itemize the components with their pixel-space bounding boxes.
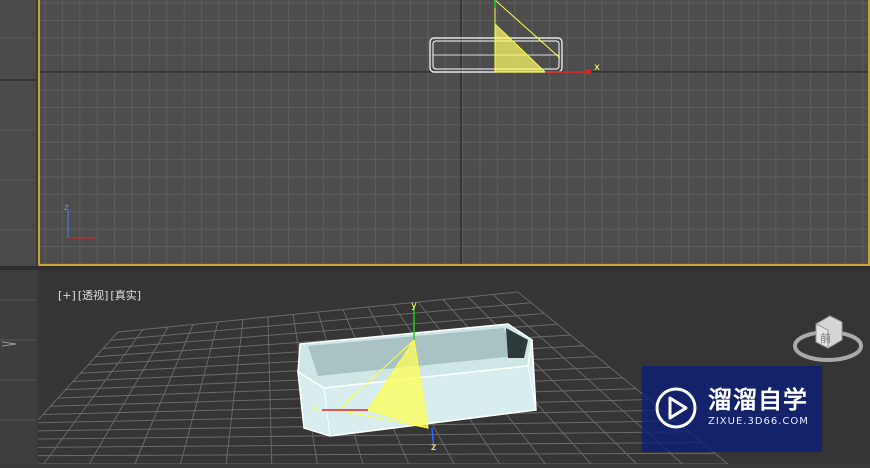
- play-icon: [655, 387, 697, 429]
- top-viewport-canvas[interactable]: x z: [40, 0, 870, 266]
- left-viewport-strip-bottom[interactable]: [0, 270, 36, 464]
- viewport-label: [+] [透视] [真实]: [44, 274, 143, 316]
- viewcube[interactable]: 前: [790, 304, 868, 364]
- top-grid-lines: [40, 0, 868, 264]
- watermark-url: ZIXUE.3D66.COM: [708, 416, 809, 427]
- left-viewport-grid: [0, 37, 36, 231]
- light-gizmo-top[interactable]: [494, 0, 561, 73]
- top-viewport[interactable]: x z: [38, 0, 870, 266]
- viewport-menu-plus[interactable]: [+]: [58, 289, 76, 302]
- left-viewport-grid-bottom: [0, 299, 36, 421]
- viewport-menu-view[interactable]: [透视]: [78, 289, 109, 302]
- viewcube-face-label: 前: [820, 331, 831, 345]
- gizmo-x-label-persp: x: [312, 404, 318, 415]
- gizmo-y-label-persp: y: [411, 300, 417, 311]
- watermark-title: 溜溜自学: [708, 386, 808, 414]
- tripod-z-label: z: [64, 203, 69, 213]
- gizmo-x-handle: [586, 69, 591, 74]
- gizmo-z-label-persp: z: [431, 442, 436, 453]
- watermark-logo: 溜溜自学 ZIXUE.3D66.COM: [642, 366, 822, 452]
- viewport-menu-shading[interactable]: [真实]: [110, 289, 141, 302]
- gizmo-x-label: x: [594, 62, 600, 73]
- left-arrow-icon: [1, 341, 17, 347]
- left-viewport-strip-top[interactable]: [0, 0, 36, 266]
- perspective-viewport[interactable]: y x z [+] [透视] [真实] 前 溜溜自学 ZIXUE.3D66.COM: [38, 270, 870, 464]
